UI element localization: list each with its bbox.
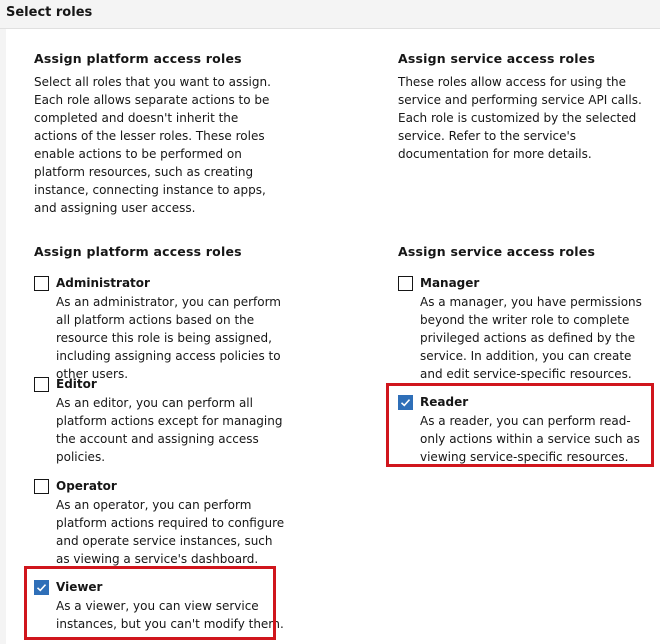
viewer-highlight-box bbox=[24, 566, 276, 640]
administrator-checkbox[interactable] bbox=[34, 276, 49, 291]
service-intro: Assign service access roles These roles … bbox=[398, 51, 648, 163]
role-description: As an editor, you can perform all platfo… bbox=[56, 396, 283, 464]
platform-roles-heading-container: Assign platform access roles bbox=[34, 244, 284, 260]
editor-checkbox[interactable] bbox=[34, 377, 49, 392]
role-description: As an operator, you can perform platform… bbox=[56, 498, 285, 566]
role-name: Operator bbox=[56, 479, 117, 493]
service-intro-description: These roles allow access for using the s… bbox=[398, 75, 642, 161]
role-name: Manager bbox=[420, 276, 480, 290]
role-description: As a manager, you have permissions beyon… bbox=[420, 295, 642, 381]
role-description: As an administrator, you can perform all… bbox=[56, 295, 281, 381]
section-header: Select roles bbox=[0, 0, 660, 29]
platform-intro: Assign platform access roles Select all … bbox=[34, 51, 284, 217]
section-title: Select roles bbox=[6, 5, 93, 20]
manager-checkbox[interactable] bbox=[398, 276, 413, 291]
platform-roles-title: Assign platform access roles bbox=[34, 244, 242, 259]
service-roles-title: Assign service access roles bbox=[398, 244, 596, 259]
reader-highlight-box bbox=[386, 383, 654, 467]
roles-panel: Assign platform access roles Select all … bbox=[6, 29, 660, 644]
role-name: Editor bbox=[56, 377, 97, 391]
role-name: Administrator bbox=[56, 276, 150, 290]
operator-checkbox[interactable] bbox=[34, 479, 49, 494]
service-intro-title: Assign service access roles bbox=[398, 51, 596, 66]
service-roles-heading-container: Assign service access roles bbox=[398, 244, 648, 260]
platform-intro-description: Select all roles that you want to assign… bbox=[34, 75, 271, 215]
platform-intro-title: Assign platform access roles bbox=[34, 51, 242, 66]
